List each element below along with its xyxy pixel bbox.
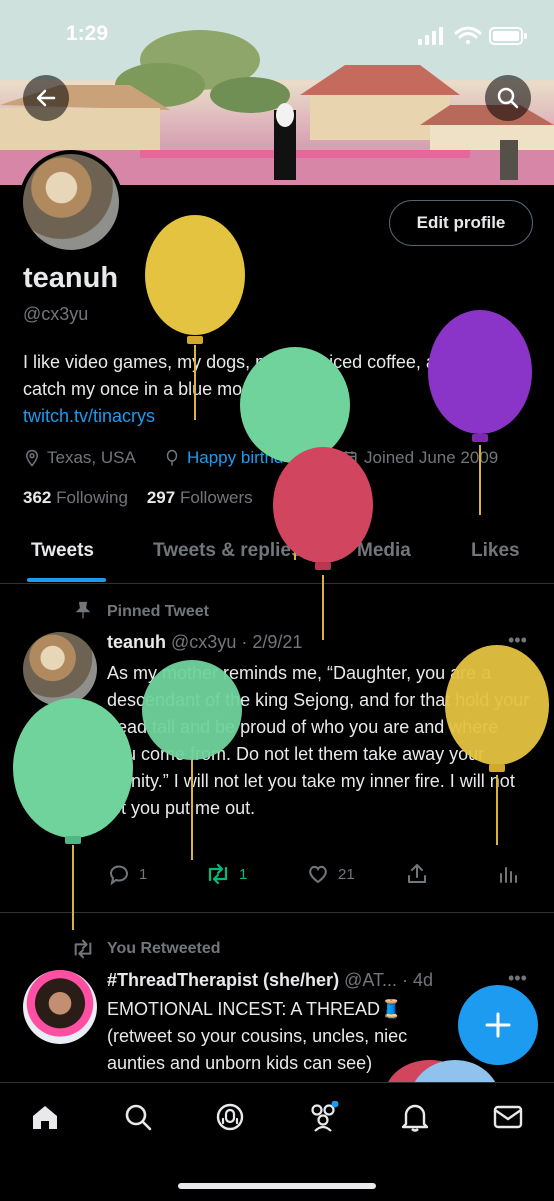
home-icon (33, 1106, 57, 1129)
nav-search[interactable] (120, 1099, 156, 1135)
mail-icon (493, 1105, 523, 1129)
profile-bio: I like video games, my dogs, makeup, ice… (23, 349, 533, 430)
compose-tweet-button[interactable] (458, 985, 538, 1065)
pin-icon (73, 600, 93, 625)
like-icon (309, 865, 327, 884)
nav-notifications[interactable] (397, 1099, 433, 1135)
search-button[interactable] (485, 75, 531, 121)
nav-communities[interactable] (305, 1099, 341, 1135)
retweet-count: 1 (239, 865, 248, 883)
tabs-divider (0, 583, 554, 584)
tweet-header: teanuh @cx3yu · 2/9/21 (107, 632, 302, 653)
profile-joined: Joined June 2009 (340, 448, 498, 468)
profile-handle: @cx3yu (23, 304, 89, 324)
retweeted-label: You Retweeted (107, 940, 221, 957)
tab-media[interactable]: Media (357, 540, 411, 562)
display-name: teanuh (23, 262, 119, 294)
calendar-icon (341, 451, 357, 466)
retweet-author[interactable]: #ThreadTherapist (she/her) (107, 970, 339, 990)
reply-count: 1 (139, 865, 148, 883)
analytics-button[interactable] (498, 862, 520, 886)
profile-avatar[interactable] (19, 150, 123, 254)
back-arrow-icon (36, 89, 56, 107)
location-text: Texas, USA (47, 448, 136, 467)
active-tab-indicator (27, 578, 106, 582)
retweet-text-line1: EMOTIONAL INCEST: A THREAD🧵 (107, 999, 403, 1019)
retweet-text-line2: (retweet so your cousins, uncles, niec (107, 1026, 408, 1046)
nav-home[interactable] (27, 1099, 63, 1135)
reply-icon (110, 865, 128, 886)
plus-icon (485, 1012, 511, 1038)
nav-messages[interactable] (490, 1099, 526, 1135)
tweet-handle-time: @cx3yu · 2/9/21 (171, 632, 303, 652)
retweeted-icon (70, 938, 96, 965)
bio-link[interactable]: twitch.tv/tinacrys (23, 406, 155, 426)
retweet-author-avatar[interactable] (23, 970, 97, 1044)
following-link[interactable]: 362 Following (23, 488, 128, 507)
profile-location: Texas, USA (23, 448, 136, 468)
tab-tweets[interactable]: Tweets (31, 540, 94, 562)
profile-birthday[interactable]: Happy birthd (163, 448, 283, 468)
joined-text: Joined June 2009 (364, 448, 499, 467)
status-icons (418, 24, 528, 48)
spaces-icon (216, 1103, 244, 1131)
reply-button[interactable]: 1 (107, 862, 147, 886)
signal-icon (418, 27, 443, 45)
followers-link[interactable]: 297 Followers (147, 488, 253, 507)
retweet-text: EMOTIONAL INCEST: A THREAD🧵 (retweet so … (107, 996, 467, 1077)
home-indicator[interactable] (178, 1183, 376, 1189)
search-icon (125, 1104, 152, 1131)
retweet-button[interactable]: 1 (205, 862, 247, 886)
wifi-icon (454, 26, 482, 44)
balloon-icon (166, 449, 178, 466)
tab-tweets-replies[interactable]: Tweets & replies (153, 540, 302, 562)
retweet-icon (208, 863, 228, 885)
like-count: 21 (338, 865, 355, 883)
communities-icon (311, 1101, 339, 1132)
tweet-text: As my mother reminds me, “Daughter, you … (107, 663, 530, 818)
follow-counts: 362 Following 297 Followers (23, 488, 253, 508)
retweet-header: #ThreadTherapist (she/her) @AT... · 4d (107, 970, 433, 991)
retweet-more-icon[interactable]: ••• (508, 968, 527, 989)
status-time: 1:29 (66, 22, 109, 45)
bell-icon (401, 1104, 429, 1132)
location-icon (25, 449, 39, 467)
search-icon (497, 87, 519, 109)
tweet-divider (0, 912, 554, 913)
tab-likes[interactable]: Likes (471, 540, 520, 562)
bio-text: I like video games, my dogs, makeup, ice… (23, 352, 523, 399)
analytics-icon (500, 867, 517, 883)
more-icon[interactable]: ••• (508, 630, 527, 651)
battery-icon (489, 27, 527, 45)
retweet-text-line3: aunties and unborn kids can see) (107, 1053, 373, 1073)
edit-profile-button[interactable]: Edit profile (389, 200, 533, 246)
retweet-handle-time: @AT... · 4d (344, 970, 434, 990)
back-button[interactable] (23, 75, 69, 121)
tweet-author[interactable]: teanuh (107, 632, 166, 652)
share-icon (408, 864, 426, 883)
like-button[interactable]: 21 (306, 862, 355, 886)
birthday-text[interactable]: Happy birthd (187, 448, 283, 468)
nav-spaces[interactable] (212, 1099, 248, 1135)
pinned-label: Pinned Tweet (107, 603, 209, 620)
tweet-avatar[interactable] (23, 632, 97, 706)
share-button[interactable] (405, 862, 429, 886)
